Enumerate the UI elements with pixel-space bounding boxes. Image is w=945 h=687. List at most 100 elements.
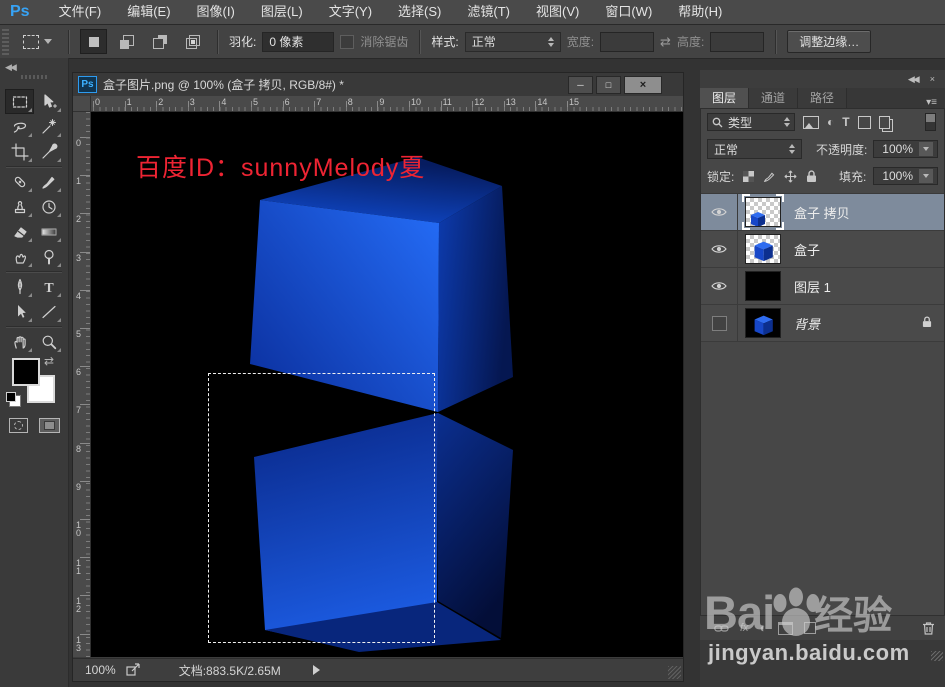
document-titlebar[interactable]: Ps 盒子图片.png @ 100% (盒子 拷贝, RGB/8#) * ─ □… bbox=[73, 73, 683, 97]
panel-tab-2[interactable]: 路径 bbox=[798, 88, 848, 108]
layer-name[interactable]: 背景 bbox=[794, 314, 820, 333]
tool-dock-grip[interactable] bbox=[21, 75, 47, 79]
layer-row-0[interactable]: 盒子 拷贝 bbox=[701, 194, 944, 231]
lock-all-icon[interactable] bbox=[804, 169, 818, 184]
panel-tab-1[interactable]: 通道 bbox=[749, 88, 799, 108]
menu-item-8[interactable]: 窗口(W) bbox=[592, 0, 665, 24]
filter-toggle-switch[interactable] bbox=[925, 113, 936, 131]
panel-menu-icon[interactable]: ▾≡ bbox=[926, 97, 945, 108]
menu-item-7[interactable]: 视图(V) bbox=[523, 0, 592, 24]
healing-brush-tool[interactable] bbox=[5, 169, 34, 194]
filter-pixel-layers-icon[interactable] bbox=[803, 115, 819, 129]
feather-input[interactable]: 0 像素 bbox=[262, 31, 335, 52]
zoom-level[interactable]: 100% bbox=[85, 663, 116, 677]
adjustment-layer-icon[interactable]: ◐ bbox=[760, 621, 767, 635]
swap-dimensions-icon[interactable]: ⇄ bbox=[660, 34, 671, 50]
intersect-selection-button[interactable] bbox=[179, 29, 206, 54]
height-input[interactable] bbox=[710, 31, 765, 52]
tool-preset-picker[interactable] bbox=[18, 33, 57, 51]
layer-row-1[interactable]: 盒子 bbox=[701, 231, 944, 268]
menu-item-0[interactable]: 文件(F) bbox=[46, 0, 115, 24]
collapse-panels-icon[interactable]: ◀◀ bbox=[908, 74, 920, 85]
layer-thumbnail[interactable] bbox=[745, 234, 781, 264]
lasso-tool[interactable] bbox=[5, 114, 34, 139]
menu-item-6[interactable]: 滤镜(T) bbox=[454, 0, 523, 24]
line-tool[interactable] bbox=[34, 299, 63, 324]
menu-item-5[interactable]: 选择(S) bbox=[385, 0, 454, 24]
layer-row-2[interactable]: 图层 1 bbox=[701, 268, 944, 305]
window-resize-grip[interactable] bbox=[668, 666, 681, 679]
close-button[interactable]: × bbox=[624, 75, 662, 94]
layer-name[interactable]: 图层 1 bbox=[794, 277, 831, 296]
menu-item-9[interactable]: 帮助(H) bbox=[665, 0, 735, 24]
selection-marquee[interactable] bbox=[208, 373, 435, 643]
subtract-from-selection-button[interactable] bbox=[146, 29, 173, 54]
layer-row-3[interactable]: 背景 bbox=[701, 305, 944, 342]
foreground-color-swatch[interactable] bbox=[12, 358, 40, 386]
menu-item-2[interactable]: 图像(I) bbox=[184, 0, 248, 24]
maximize-button[interactable]: □ bbox=[596, 75, 621, 94]
path-selection-tool[interactable] bbox=[5, 299, 34, 324]
layer-visibility-eye-icon[interactable] bbox=[701, 194, 738, 230]
lock-position-icon[interactable] bbox=[783, 169, 797, 184]
link-layers-icon[interactable] bbox=[714, 624, 729, 633]
filter-shape-layers-icon[interactable] bbox=[857, 115, 871, 129]
default-colors-icon[interactable] bbox=[6, 392, 16, 402]
history-brush-tool[interactable] bbox=[34, 194, 63, 219]
opacity-dropdown-button[interactable] bbox=[919, 142, 933, 156]
menu-item-1[interactable]: 编辑(E) bbox=[114, 0, 183, 24]
hand-tool[interactable] bbox=[5, 329, 34, 354]
layer-name[interactable]: 盒子 拷贝 bbox=[794, 203, 850, 222]
layer-style-icon[interactable]: fx bbox=[740, 622, 749, 634]
blend-mode-dropdown[interactable]: 正常 bbox=[707, 139, 802, 159]
smudge-tool[interactable] bbox=[5, 244, 34, 269]
width-input[interactable] bbox=[600, 31, 655, 52]
new-selection-button[interactable] bbox=[80, 29, 107, 54]
delete-layer-icon[interactable] bbox=[922, 621, 935, 635]
zoom-tool[interactable] bbox=[34, 329, 63, 354]
quick-mask-button[interactable] bbox=[9, 418, 28, 433]
crop-tool[interactable] bbox=[5, 139, 34, 164]
canvas[interactable]: 百度ID：sunnyMelody夏 bbox=[91, 112, 683, 657]
layer-visibility-eye-icon[interactable] bbox=[701, 268, 738, 304]
new-group-icon[interactable] bbox=[777, 621, 793, 635]
pen-tool[interactable] bbox=[5, 274, 34, 299]
add-to-selection-button[interactable] bbox=[113, 29, 140, 54]
layer-visibility-eye-icon[interactable] bbox=[701, 231, 738, 267]
layer-thumbnail[interactable] bbox=[745, 308, 781, 338]
style-dropdown[interactable]: 正常 bbox=[464, 31, 561, 52]
close-panel-icon[interactable]: × bbox=[930, 74, 935, 84]
filter-adjustment-layers-icon[interactable]: ◐ bbox=[827, 115, 834, 129]
menu-item-3[interactable]: 图层(L) bbox=[248, 0, 316, 24]
minimize-button[interactable]: ─ bbox=[568, 75, 593, 94]
fill-dropdown[interactable]: 100% bbox=[873, 167, 939, 185]
rectangular-marquee-tool[interactable] bbox=[5, 89, 34, 114]
filter-smart-objects-icon[interactable] bbox=[878, 115, 890, 129]
type-tool[interactable]: T bbox=[34, 274, 63, 299]
filter-type-dropdown[interactable]: 类型 bbox=[707, 113, 795, 131]
collapse-dock-icon[interactable]: ◀◀ bbox=[5, 62, 17, 73]
lock-transparency-icon[interactable] bbox=[741, 169, 755, 184]
refine-edge-button[interactable]: 调整边缘… bbox=[787, 30, 872, 53]
gradient-tool[interactable] bbox=[34, 219, 63, 244]
layer-thumbnail[interactable] bbox=[742, 194, 784, 230]
screen-mode-button[interactable] bbox=[39, 418, 60, 433]
clone-stamp-tool[interactable] bbox=[5, 194, 34, 219]
new-layer-icon[interactable] bbox=[803, 622, 816, 634]
layer-visibility-toggle-empty[interactable] bbox=[701, 305, 738, 341]
status-options-icon[interactable] bbox=[312, 665, 320, 675]
filter-type-layers-icon[interactable]: T bbox=[842, 115, 849, 129]
antialias-checkbox[interactable] bbox=[340, 34, 355, 49]
eraser-tool[interactable] bbox=[5, 219, 34, 244]
panel-tab-0[interactable]: 图层 bbox=[700, 88, 750, 108]
layer-name[interactable]: 盒子 bbox=[794, 240, 820, 259]
fill-dropdown-button[interactable] bbox=[919, 169, 934, 183]
export-icon[interactable] bbox=[126, 663, 141, 677]
eyedropper-tool[interactable] bbox=[34, 139, 63, 164]
lock-pixels-icon[interactable] bbox=[762, 169, 776, 184]
brush-tool[interactable] bbox=[34, 169, 63, 194]
layer-thumbnail[interactable] bbox=[745, 271, 781, 301]
menu-item-4[interactable]: 文字(Y) bbox=[316, 0, 385, 24]
magic-wand-tool[interactable] bbox=[34, 114, 63, 139]
move-tool[interactable] bbox=[34, 89, 63, 114]
